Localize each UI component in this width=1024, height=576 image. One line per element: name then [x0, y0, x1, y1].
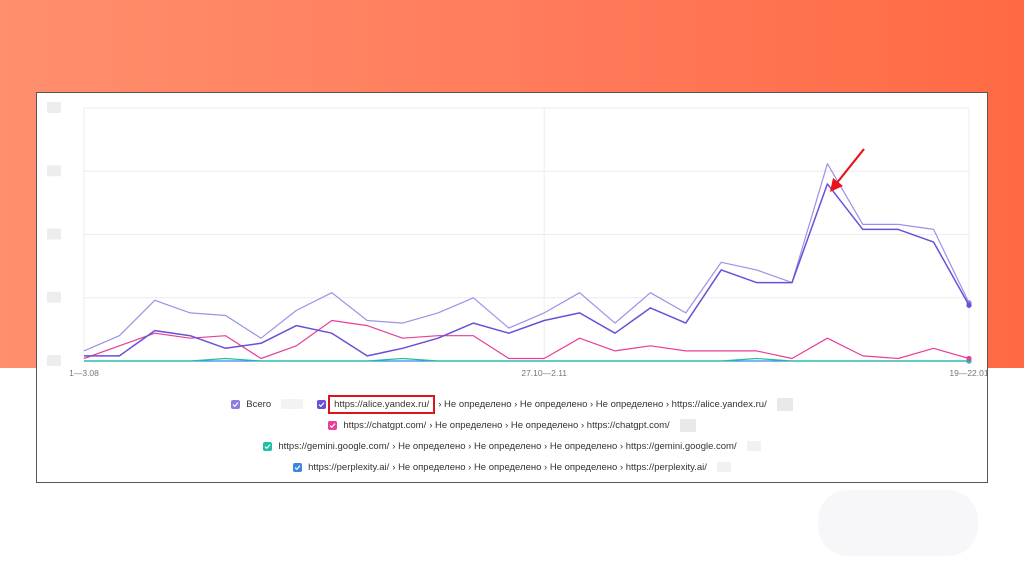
legend-alice-path: › Не определено › Не определено › Не опр… [438, 398, 767, 410]
legend-chatgpt-url[interactable]: https://chatgpt.com/ [343, 420, 426, 431]
legend-row-3: https://gemini.google.com/ › Не определе… [37, 437, 987, 455]
legend-chatgpt-path: › Не определено › Не определено › https:… [429, 419, 670, 431]
legend-alice-url[interactable]: https://alice.yandex.ru/ [328, 394, 436, 414]
x-tick-label: 27.10—2.11 [521, 368, 567, 378]
y-tick-label-blurred [47, 228, 61, 240]
legend-value-chip [281, 399, 304, 409]
checkbox-checked-icon[interactable] [263, 441, 273, 451]
legend-gemini-url[interactable]: https://gemini.google.com/ [278, 441, 389, 452]
checkbox-checked-icon[interactable] [328, 420, 338, 430]
x-tick-label: 19—22.01 [949, 368, 987, 378]
legend-row-1: Всего https://alice.yandex.ru/ › Не опре… [37, 394, 987, 414]
series-end-point-1 [966, 302, 972, 308]
legend-value-chip [716, 462, 731, 472]
series-end-point-2 [966, 355, 972, 362]
y-tick-label-blurred [47, 291, 61, 303]
chart-panel: 1—3.08 27.10—2.11 19—22.01 Всего https://a… [36, 92, 988, 483]
legend-gemini-path: › Не определено › Не определено › Не опр… [392, 440, 737, 452]
checkbox-checked-icon[interactable] [293, 462, 303, 472]
y-tick-label-blurred [47, 165, 61, 177]
legend-perplexity-url[interactable]: https://perplexity.ai/ [308, 462, 389, 473]
legend-perplexity-path: › Не определено › Не определено › Не опр… [392, 461, 707, 473]
series-line-0 [83, 163, 970, 352]
series-line-1 [84, 183, 970, 357]
legend-value-chip [679, 418, 696, 432]
legend-total-label[interactable]: Всего [246, 399, 271, 410]
y-tick-label-blurred [47, 102, 61, 113]
x-tick-label: 1—3.08 [69, 368, 99, 378]
legend-value-chip [746, 441, 761, 451]
blurred-overlay [818, 490, 978, 556]
legend-row-4: https://perplexity.ai/ › Не определено ›… [37, 458, 987, 476]
checkbox-checked-icon[interactable] [231, 399, 241, 409]
legend-row-2: https://chatgpt.com/ › Не определено › Н… [37, 416, 987, 434]
y-tick-label-blurred [47, 355, 61, 366]
line-chart: 1—3.08 27.10—2.11 19—22.01 [47, 102, 987, 378]
legend-value-chip [776, 397, 793, 411]
checkbox-checked-icon[interactable] [317, 399, 327, 409]
